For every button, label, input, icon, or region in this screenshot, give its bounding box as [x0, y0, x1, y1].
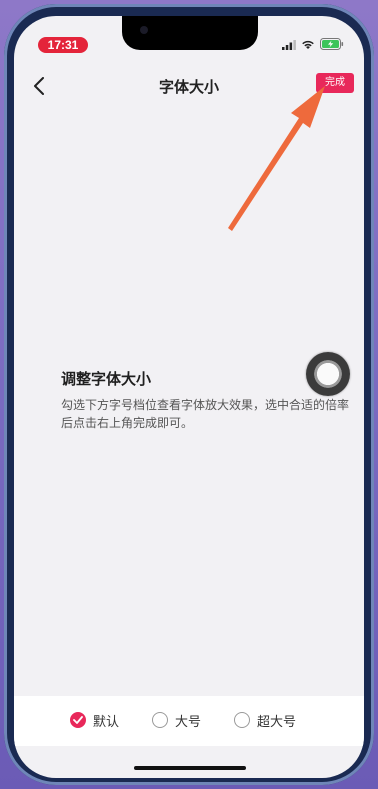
app-screen: 17:31 字体大小 完成 调整字体大小 勾选下方字号档位查看字体放大效果，选中… — [14, 16, 364, 778]
status-bar: 17:31 — [14, 16, 364, 62]
touch-indicator — [306, 352, 350, 396]
radio-unchecked-icon[interactable] — [152, 712, 168, 728]
done-button[interactable]: 完成 — [316, 73, 354, 93]
font-option-extra-large[interactable]: 超大号 — [234, 710, 296, 730]
camera-icon — [140, 26, 148, 34]
notch — [122, 16, 258, 50]
checkmark-icon — [73, 716, 83, 724]
font-option-label: 超大号 — [257, 714, 297, 730]
font-option-label: 默认 — [93, 714, 120, 730]
content-heading: 调整字体大小 — [61, 370, 152, 388]
home-indicator — [134, 766, 246, 770]
cellular-signal-icon — [282, 40, 296, 50]
font-size-selector: 默认 大号 超大号 — [14, 696, 364, 746]
content-description: 勾选下方字号档位查看字体放大效果，选中合适的倍率后点击右上角完成即可。 — [61, 398, 350, 430]
font-option-label: 大号 — [175, 714, 202, 730]
page-title: 字体大小 — [158, 78, 219, 96]
battery-charging-icon — [320, 38, 344, 50]
font-option-large[interactable]: 大号 — [152, 710, 201, 730]
wifi-icon — [302, 40, 314, 49]
navigation-bar: 字体大小 完成 — [14, 68, 364, 108]
font-option-default[interactable]: 默认 — [70, 710, 119, 730]
radio-unchecked-icon[interactable] — [234, 712, 250, 728]
status-time: 17:31 — [38, 37, 88, 53]
radio-checked-icon[interactable] — [70, 712, 86, 728]
